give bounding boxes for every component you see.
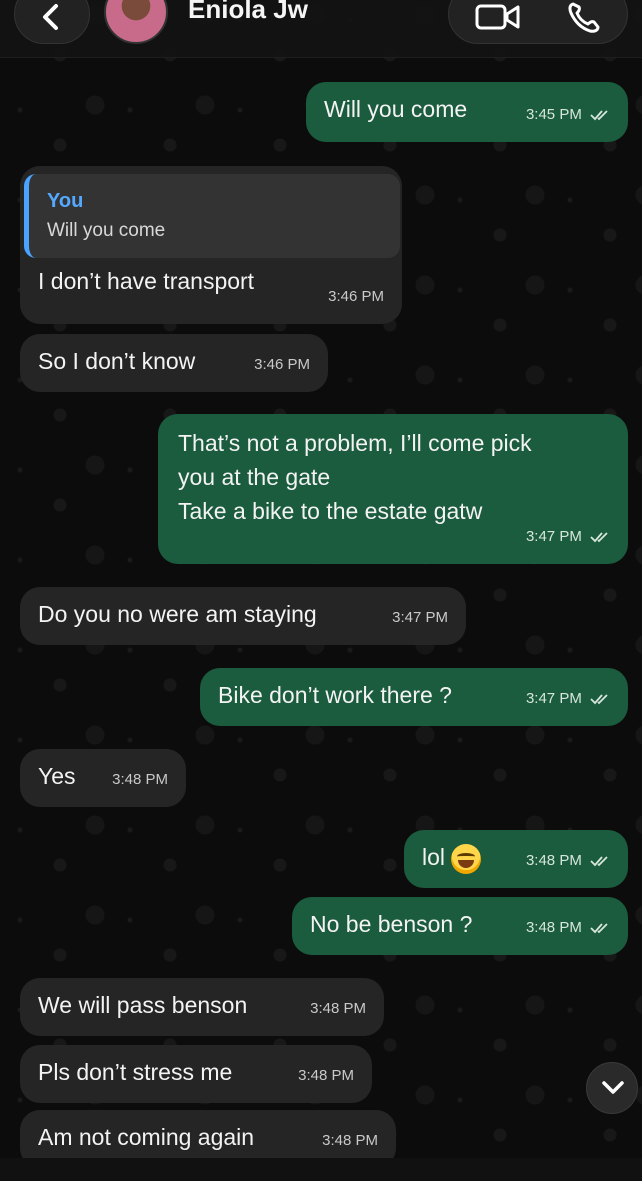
message-time: 3:48 PM <box>298 1067 354 1084</box>
quoted-text: Will you come <box>47 220 166 241</box>
chevron-left-icon <box>43 4 58 30</box>
message-time: 3:47 PM <box>392 609 448 626</box>
message-bubble-incoming-reply[interactable]: You Will you come I don’t have transport… <box>20 166 402 324</box>
bottom-edge <box>0 1158 642 1181</box>
message-bubble-outgoing[interactable]: No be benson ? 3:48 PM <box>292 897 628 955</box>
face-with-tears-of-joy-icon <box>451 843 482 874</box>
chevron-down-icon <box>602 1081 624 1094</box>
quoted-author: You <box>47 190 84 212</box>
message-bubble-incoming[interactable]: We will pass benson 3:48 PM <box>20 978 384 1036</box>
message-bubble-outgoing[interactable]: Will you come 3:45 PM <box>306 82 628 142</box>
message-meta: 3:47 PM <box>526 682 610 716</box>
message-line: That’s not a problem, I’ll come pick <box>178 430 532 456</box>
video-camera-icon[interactable] <box>475 3 521 31</box>
double-check-icon <box>590 532 608 543</box>
message-text: lol <box>422 844 446 870</box>
message-time: 3:48 PM <box>322 1132 378 1149</box>
chat-header: Eniola Jw <box>0 0 642 58</box>
message-time: 3:45 PM <box>525 106 582 123</box>
contact-avatar[interactable] <box>104 0 168 44</box>
message-bubble-incoming[interactable]: So I don’t know 3:46 PM <box>20 334 328 392</box>
message-meta: 3:48 PM <box>526 911 610 945</box>
phone-icon[interactable] <box>567 1 601 33</box>
message-time: 3:48 PM <box>310 1000 366 1017</box>
message-meta: 3:48 PM <box>526 844 610 878</box>
double-check-icon <box>590 923 608 934</box>
message-time: 3:46 PM <box>254 356 310 373</box>
call-actions <box>448 0 628 44</box>
message-bubble-outgoing[interactable]: That’s not a problem, I’ll come pick you… <box>158 414 628 564</box>
message-bubble-incoming[interactable]: Do you no were am staying 3:47 PM <box>20 587 466 645</box>
quoted-message[interactable]: You Will you come <box>24 174 400 258</box>
message-text: Do you no were am staying <box>38 601 317 627</box>
message-time: 3:47 PM <box>525 690 582 707</box>
double-check-icon <box>590 856 608 867</box>
double-check-icon <box>590 694 608 705</box>
message-line: you at the gate <box>178 464 331 490</box>
message-time: 3:48 PM <box>525 919 582 936</box>
message-bubble-outgoing[interactable]: lol 3:48 PM <box>404 830 628 888</box>
message-time: 3:47 PM <box>525 528 582 545</box>
contact-name[interactable]: Eniola Jw <box>188 0 308 25</box>
message-bubble-incoming[interactable]: Yes 3:48 PM <box>20 749 186 807</box>
double-check-icon <box>590 110 608 121</box>
back-button[interactable] <box>14 0 90 44</box>
message-time: 3:46 PM <box>328 288 384 305</box>
message-meta: 3:47 PM <box>526 520 610 554</box>
message-time: 3:48 PM <box>525 852 582 869</box>
message-bubble-outgoing[interactable]: Bike don’t work there ? 3:47 PM <box>200 668 628 726</box>
scroll-to-bottom-button[interactable] <box>586 1062 638 1114</box>
message-time: 3:48 PM <box>112 771 168 788</box>
message-meta: 3:45 PM <box>526 98 610 132</box>
message-bubble-incoming[interactable]: Pls don’t stress me 3:48 PM <box>20 1045 372 1103</box>
